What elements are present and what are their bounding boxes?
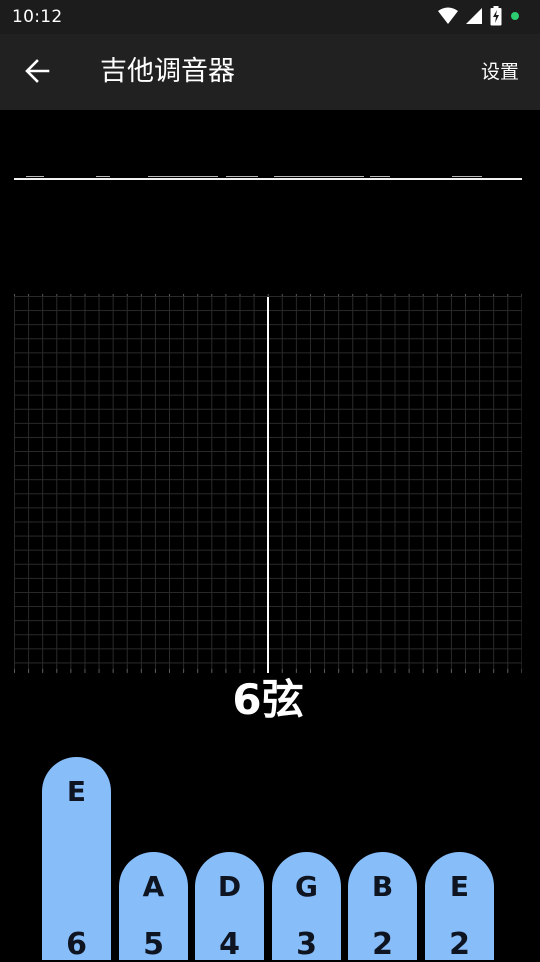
tuner-needle (267, 297, 269, 673)
string-number: 2 (372, 927, 393, 962)
spectrum-noise (96, 176, 110, 177)
string-note: E (449, 870, 470, 903)
spectrum-noise (26, 176, 44, 177)
wifi-icon (438, 7, 458, 25)
string-number: 6 (66, 927, 87, 962)
spectrum-noise (148, 176, 218, 177)
string-peg-3[interactable]: D4 (195, 852, 264, 962)
string-peg-2[interactable]: A5 (119, 852, 188, 962)
string-number: 5 (143, 927, 164, 962)
status-bar: 10:12 (0, 0, 540, 34)
notification-dot-icon (510, 11, 520, 21)
cell-signal-icon (466, 8, 482, 24)
spectrum-noise (452, 176, 482, 177)
string-number: 2 (449, 927, 470, 962)
string-peg-4[interactable]: G3 (272, 852, 341, 962)
string-peg-1[interactable]: E6 (42, 757, 111, 962)
string-peg-6[interactable]: E2 (425, 852, 494, 962)
spectrum-noise (370, 176, 390, 177)
string-note: E (66, 775, 87, 808)
string-note: G (295, 870, 318, 903)
page-title: 吉他调音器 (100, 56, 235, 87)
status-time: 10:12 (12, 7, 63, 27)
app-bar: 吉他调音器 设置 (0, 34, 540, 110)
status-icons (438, 6, 520, 26)
settings-button[interactable]: 设置 (481, 59, 519, 85)
string-note: D (217, 870, 242, 903)
string-note: B (371, 870, 394, 903)
string-note: A (142, 870, 165, 903)
string-number: 3 (296, 927, 317, 962)
battery-charging-icon (490, 6, 502, 26)
string-number: 4 (219, 927, 240, 962)
spectrum-noise (274, 176, 364, 177)
spectrum-line (14, 178, 522, 180)
back-button[interactable] (20, 56, 54, 90)
current-string-label: 6弦 (232, 675, 304, 724)
spectrum-noise (226, 176, 258, 177)
arrow-left-icon (24, 58, 50, 88)
string-peg-5[interactable]: B2 (348, 852, 417, 962)
